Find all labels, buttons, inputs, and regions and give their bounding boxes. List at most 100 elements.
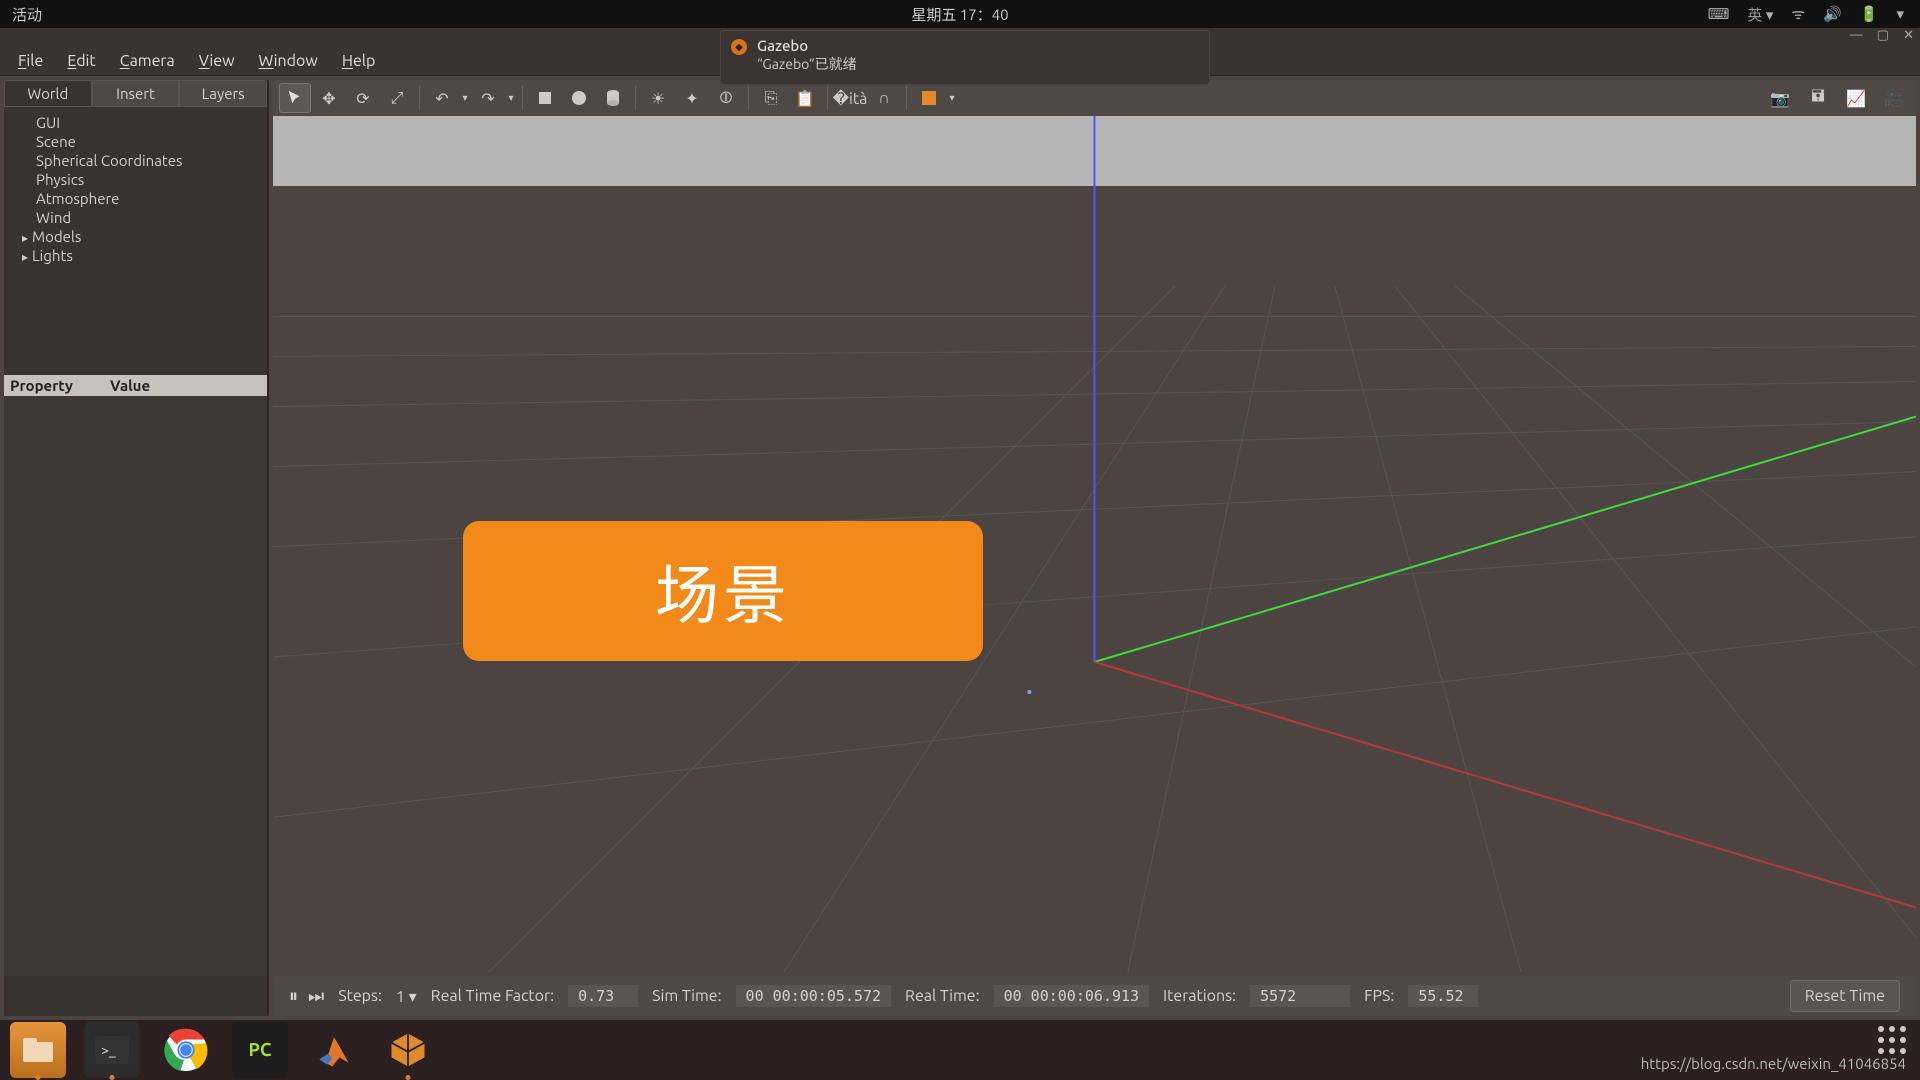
toolbar-separator bbox=[748, 86, 749, 110]
translate-tool[interactable]: ✥ bbox=[313, 83, 345, 113]
menu-view[interactable]: View bbox=[187, 52, 247, 70]
log-button[interactable]: 🖬 bbox=[1802, 83, 1834, 113]
world-tree[interactable]: GUI Scene Spherical Coordinates Physics … bbox=[4, 107, 267, 265]
cube-icon bbox=[922, 91, 936, 105]
toolbar-separator bbox=[522, 86, 523, 110]
menu-window[interactable]: Window bbox=[247, 52, 330, 70]
point-light[interactable]: ☀ bbox=[642, 83, 674, 113]
fps-value: 55.52 bbox=[1408, 985, 1478, 1007]
select-tool[interactable] bbox=[279, 83, 311, 113]
record-button[interactable]: 🎥 bbox=[1878, 83, 1910, 113]
ubuntu-dock: >_ PC https://blog.csdn.net/weixin_41046… bbox=[0, 1020, 1920, 1080]
undo-dropdown[interactable]: ▾ bbox=[460, 92, 470, 104]
notification-title: Gazebo bbox=[757, 37, 1199, 54]
workspace: World Insert Layers GUI Scene Spherical … bbox=[0, 76, 1920, 1020]
dock-files[interactable] bbox=[10, 1022, 66, 1078]
property-col-label: Property bbox=[4, 375, 104, 396]
battery-icon: 🔋 bbox=[1860, 5, 1879, 23]
sim-status-bar: ⏸ ⏭ Steps: 1 ▾ Real Time Factor: 0.73 Si… bbox=[273, 976, 1916, 1016]
dock-terminal[interactable]: >_ bbox=[84, 1022, 140, 1078]
maximize-button[interactable]: ▢ bbox=[1877, 28, 1889, 43]
wifi-icon: ᯤ bbox=[1791, 4, 1805, 24]
tree-item-gui[interactable]: GUI bbox=[18, 113, 267, 132]
property-body[interactable] bbox=[4, 396, 267, 976]
simtime-value: 00 00:00:05.572 bbox=[736, 985, 891, 1007]
caret-down-icon: ▾ bbox=[1896, 5, 1904, 23]
keyboard-icon: ⌨ bbox=[1708, 5, 1730, 23]
panel-tabs: World Insert Layers bbox=[4, 80, 267, 107]
menu-edit[interactable]: Edit bbox=[55, 52, 107, 70]
plot-button[interactable]: 📈 bbox=[1840, 83, 1872, 113]
tree-item-spherical[interactable]: Spherical Coordinates bbox=[18, 151, 267, 170]
tree-item-physics[interactable]: Physics bbox=[18, 170, 267, 189]
realtime-value: 00 00:00:06.913 bbox=[994, 985, 1149, 1007]
toolbar-separator bbox=[419, 86, 420, 110]
tree-item-atmosphere[interactable]: Atmosphere bbox=[18, 189, 267, 208]
toolbar-separator bbox=[906, 86, 907, 110]
paste-button[interactable]: 📋 bbox=[789, 83, 821, 113]
viewport-column: ✥ ⟳ ⤢ ↶ ▾ ↷ ▾ ☀ ✦ ⦷ ⎘ 📋 �ità ∩ ▾ bbox=[273, 80, 1916, 1016]
screenshot-button[interactable]: 📷 bbox=[1764, 83, 1796, 113]
scale-tool[interactable]: ⤢ bbox=[381, 83, 413, 113]
selection-mode[interactable] bbox=[913, 83, 945, 113]
show-applications[interactable] bbox=[1878, 1026, 1906, 1054]
spot-light[interactable]: ✦ bbox=[676, 83, 708, 113]
snap-tool[interactable]: ∩ bbox=[868, 83, 900, 113]
directional-light[interactable]: ⦷ bbox=[710, 83, 742, 113]
volume-icon: 🔊 bbox=[1823, 5, 1842, 23]
tree-item-lights[interactable]: Lights bbox=[18, 246, 267, 265]
iterations-label: Iterations: bbox=[1163, 987, 1236, 1005]
rotate-tool[interactable]: ⟳ bbox=[347, 83, 379, 113]
tab-world[interactable]: World bbox=[4, 80, 92, 107]
realtime-label: Real Time: bbox=[905, 987, 980, 1005]
rtf-value: 0.73 bbox=[568, 985, 638, 1007]
step-button[interactable]: ⏭ bbox=[308, 986, 324, 1007]
tree-item-models[interactable]: Models bbox=[18, 227, 267, 246]
ime-indicator[interactable]: 英 ▾ bbox=[1747, 4, 1773, 25]
copy-button[interactable]: ⎘ bbox=[755, 83, 787, 113]
tree-item-wind[interactable]: Wind bbox=[18, 208, 267, 227]
menu-file[interactable]: File bbox=[6, 52, 55, 70]
clock[interactable]: 星期五 17：40 bbox=[911, 4, 1008, 25]
insert-box[interactable] bbox=[529, 83, 561, 113]
menu-help[interactable]: Help bbox=[330, 52, 388, 70]
undo-button[interactable]: ↶ bbox=[426, 83, 458, 113]
system-tray[interactable]: ⌨ 英 ▾ ᯤ 🔊 🔋 ▾ bbox=[1708, 4, 1920, 25]
redo-dropdown[interactable]: ▾ bbox=[506, 92, 516, 104]
dock-gazebo[interactable] bbox=[380, 1022, 436, 1078]
tab-insert[interactable]: Insert bbox=[92, 80, 180, 107]
insert-cylinder[interactable] bbox=[597, 83, 629, 113]
iterations-value: 5572 bbox=[1250, 985, 1350, 1007]
insert-sphere[interactable] bbox=[563, 83, 595, 113]
annotation-callout: 场景 bbox=[463, 521, 983, 661]
gazebo-app-icon: ◆ bbox=[731, 39, 747, 55]
value-col-label: Value bbox=[104, 375, 267, 396]
tab-layers[interactable]: Layers bbox=[179, 80, 267, 107]
dock-chrome[interactable] bbox=[158, 1022, 214, 1078]
pause-button[interactable]: ⏸ bbox=[289, 986, 298, 1007]
rtf-label: Real Time Factor: bbox=[431, 987, 554, 1005]
3d-viewport[interactable]: 场景 bbox=[273, 116, 1916, 972]
dock-matlab[interactable] bbox=[306, 1022, 362, 1078]
toolbar-separator bbox=[635, 86, 636, 110]
redo-button[interactable]: ↷ bbox=[472, 83, 504, 113]
left-panel: World Insert Layers GUI Scene Spherical … bbox=[4, 80, 269, 1016]
tree-item-scene[interactable]: Scene bbox=[18, 132, 267, 151]
steps-label: Steps: bbox=[338, 987, 382, 1005]
close-button[interactable]: ✕ bbox=[1903, 28, 1914, 43]
toolbar-separator bbox=[827, 86, 828, 110]
gnome-top-bar: 活动 星期五 17：40 ⌨ 英 ▾ ᯤ 🔊 🔋 ▾ bbox=[0, 0, 1920, 28]
dock-pycharm[interactable]: PC bbox=[232, 1022, 288, 1078]
activities-button[interactable]: 活动 bbox=[0, 4, 54, 25]
reset-time-button[interactable]: Reset Time bbox=[1790, 980, 1900, 1012]
notification-popup[interactable]: ◆ Gazebo “Gazebo”已就绪 bbox=[720, 30, 1210, 85]
property-header: Property Value bbox=[4, 375, 267, 396]
watermark-url: https://blog.csdn.net/weixin_41046854 bbox=[1641, 1055, 1906, 1072]
align-tool[interactable]: �ità bbox=[834, 83, 866, 113]
steps-value[interactable]: 1 ▾ bbox=[396, 987, 417, 1006]
menu-camera[interactable]: Camera bbox=[108, 52, 187, 70]
minimize-button[interactable]: — bbox=[1850, 28, 1863, 43]
y-axis bbox=[1094, 417, 1915, 662]
svg-text:>_: >_ bbox=[101, 1042, 116, 1058]
selection-dropdown[interactable]: ▾ bbox=[947, 92, 957, 104]
